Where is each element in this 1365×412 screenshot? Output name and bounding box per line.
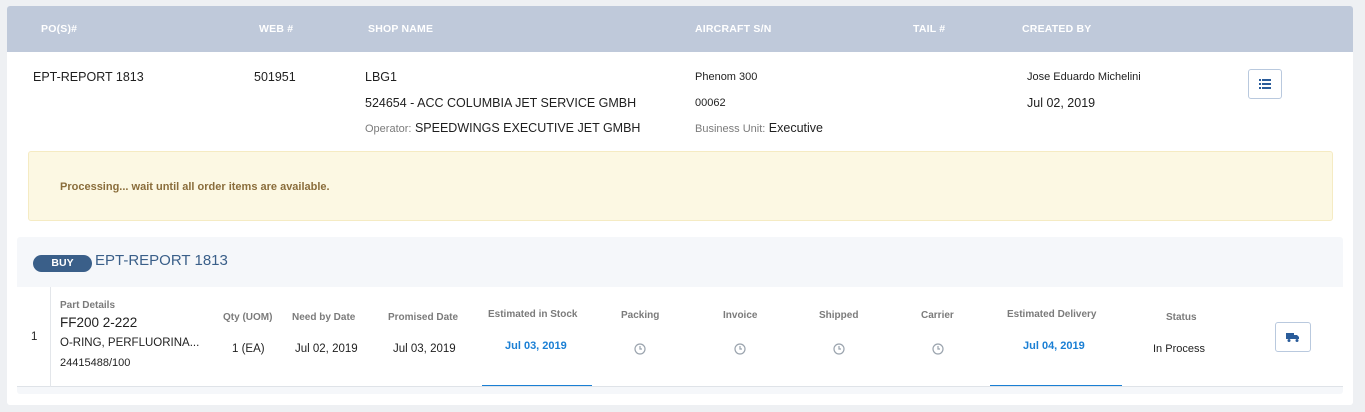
shop-name: 524654 - ACC COLUMBIA JET SERVICE GMBH xyxy=(365,96,637,110)
item-status: In Process xyxy=(1153,343,1205,355)
part-ref: 24415488/100 xyxy=(60,357,131,369)
header-tail: TAIL # xyxy=(913,23,946,35)
label-est-delivery: Estimated Delivery xyxy=(1007,309,1097,320)
alert-text: Processing... wait until all order items… xyxy=(60,181,330,193)
track-shipment-button[interactable] xyxy=(1275,322,1311,352)
truck-icon xyxy=(1286,333,1299,342)
operator: Operator: SPEEDWINGS EXECUTIVE JET GMBH xyxy=(365,121,640,135)
table-header: PO(S)# WEB # SHOP NAME AIRCRAFT S/N TAIL… xyxy=(7,6,1353,52)
index-divider xyxy=(50,287,51,387)
item-est-delivery[interactable]: Jul 04, 2019 xyxy=(1023,340,1085,352)
po-number[interactable]: EPT-REPORT 1813 xyxy=(33,70,144,84)
item-promised: Jul 03, 2019 xyxy=(393,343,456,355)
created-date: Jul 02, 2019 xyxy=(1027,96,1096,110)
po-card: PO(S)# WEB # SHOP NAME AIRCRAFT S/N TAIL… xyxy=(7,6,1353,405)
label-qty: Qty (UOM) xyxy=(223,312,273,323)
order-item-row: 1 Part Details FF200 2-222 O-RING, PERFL… xyxy=(17,287,1343,387)
label-invoice: Invoice xyxy=(723,310,758,321)
label-promised: Promised Date xyxy=(388,312,459,323)
carrier-clock-icon xyxy=(932,343,944,355)
part-description: O-RING, PERFLUORINA... xyxy=(60,337,200,349)
label-shipped: Shipped xyxy=(819,310,859,321)
part-number[interactable]: FF200 2-222 xyxy=(60,315,137,330)
packing-clock-icon xyxy=(634,343,646,355)
operator-label: Operator: xyxy=(365,123,412,135)
operator-value: SPEEDWINGS EXECUTIVE JET GMBH xyxy=(414,121,641,135)
aircraft-sn: 00062 xyxy=(695,97,726,109)
business-unit: Business Unit: Executive xyxy=(695,121,823,135)
order-title[interactable]: EPT-REPORT 1813 xyxy=(95,252,228,269)
label-est-stock: Estimated in Stock xyxy=(488,309,578,320)
shop-code: LBG1 xyxy=(365,70,397,84)
buy-badge: BUY xyxy=(33,255,92,272)
invoice-clock-icon xyxy=(734,343,746,355)
header-aircraft: AIRCRAFT S/N xyxy=(695,23,772,35)
label-packing: Packing xyxy=(621,310,660,321)
order-section: BUY EPT-REPORT 1813 1 Part Details FF200… xyxy=(17,237,1343,394)
list-icon xyxy=(1259,79,1271,89)
shipped-clock-icon xyxy=(833,343,845,355)
processing-alert: Processing... wait until all order items… xyxy=(28,151,1333,221)
created-by: Jose Eduardo Michelini xyxy=(1027,71,1141,83)
business-unit-value: Executive xyxy=(768,121,823,135)
label-part-details: Part Details xyxy=(60,300,116,311)
est-delivery-underline xyxy=(990,385,1122,386)
header-created: CREATED BY xyxy=(1022,23,1092,35)
item-need-by: Jul 02, 2019 xyxy=(295,343,358,355)
item-index: 1 xyxy=(31,331,38,343)
web-number: 501951 xyxy=(254,70,296,84)
est-stock-underline xyxy=(482,385,592,386)
item-est-stock[interactable]: Jul 03, 2019 xyxy=(505,340,567,352)
list-button[interactable] xyxy=(1248,69,1282,99)
business-unit-label: Business Unit: xyxy=(695,123,766,135)
header-web: WEB # xyxy=(259,23,294,35)
item-qty: 1 (EA) xyxy=(232,343,265,355)
header-pos: PO(S)# xyxy=(41,23,78,35)
aircraft-model: Phenom 300 xyxy=(695,71,758,83)
header-shop: SHOP NAME xyxy=(368,23,434,35)
label-status: Status xyxy=(1166,312,1197,323)
label-need-by: Need by Date xyxy=(292,312,356,323)
label-carrier: Carrier xyxy=(921,310,954,321)
